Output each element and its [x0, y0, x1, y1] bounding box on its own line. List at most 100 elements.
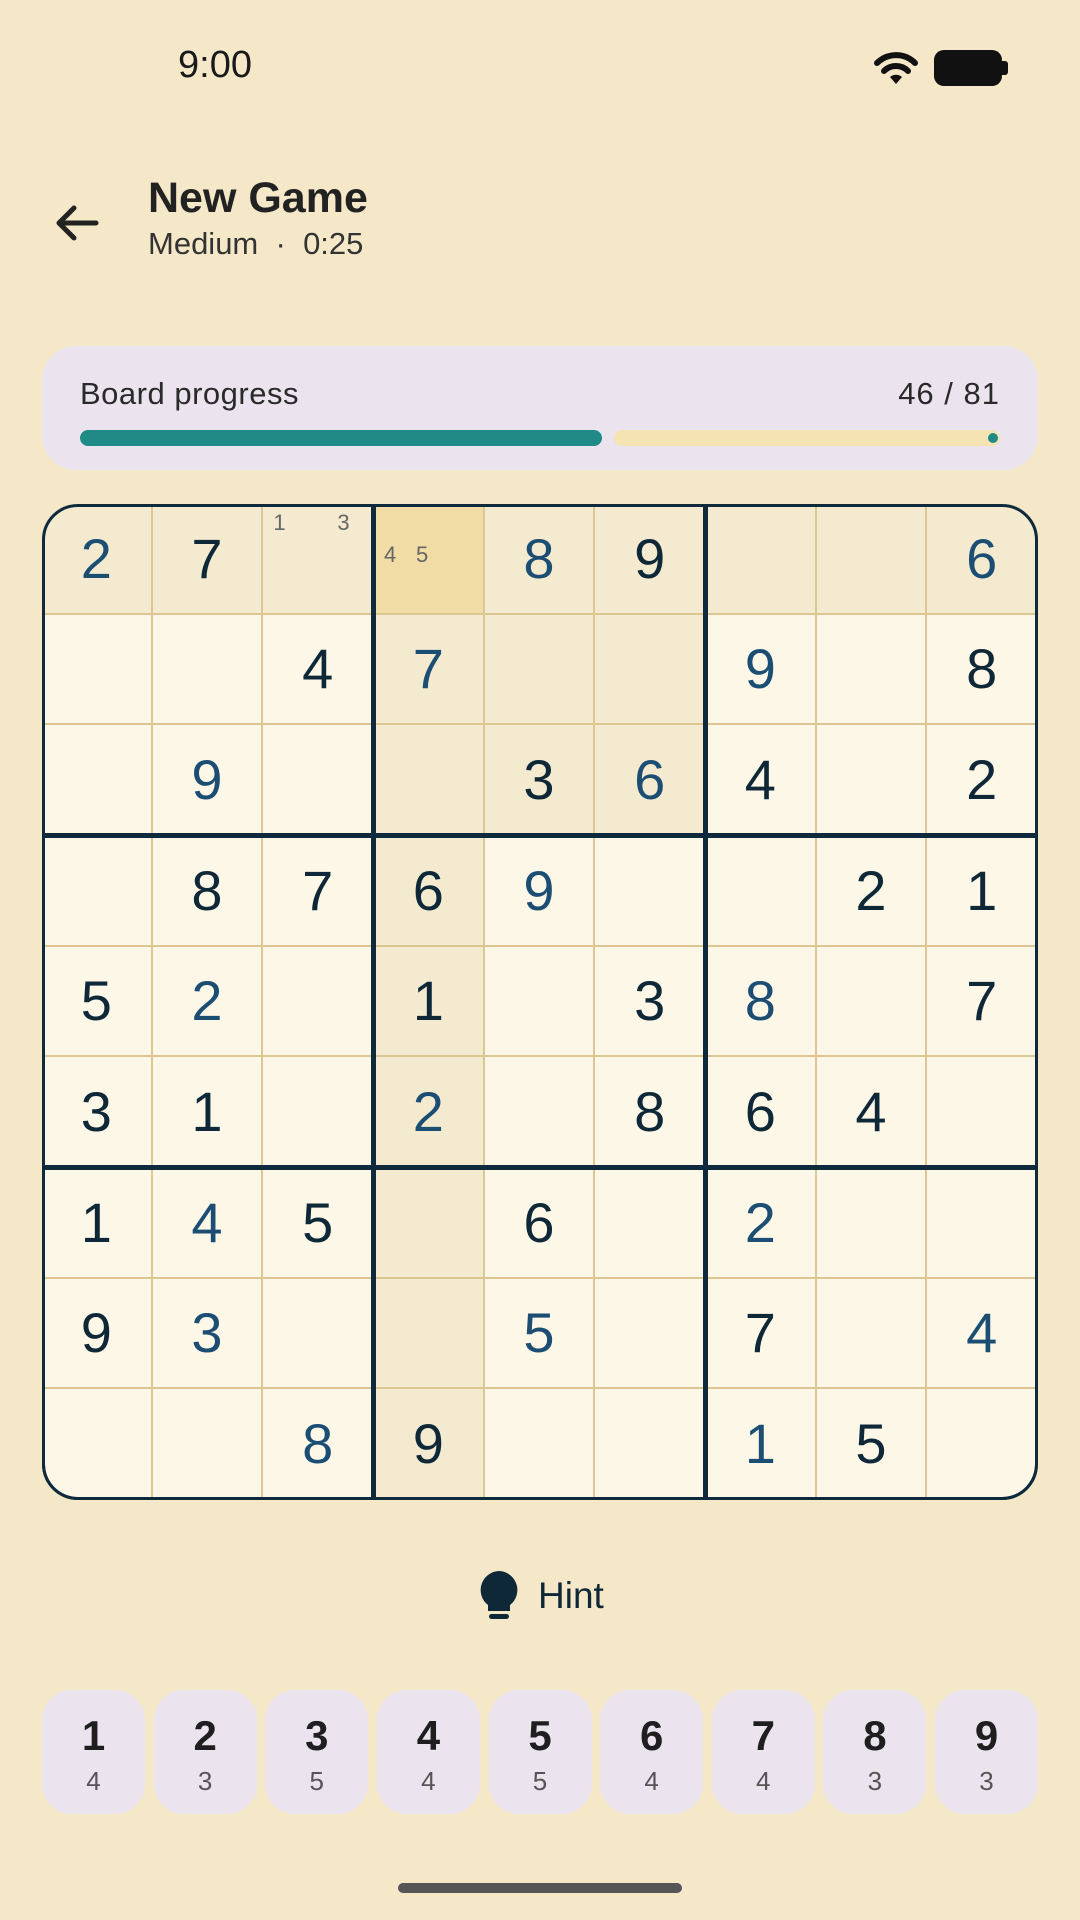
cell-r7c8[interactable]	[816, 1168, 928, 1279]
cell-r8c3[interactable]	[263, 1278, 374, 1390]
cell-r1c5[interactable]: 8	[484, 504, 596, 615]
cell-r5c2[interactable]: 2	[152, 946, 264, 1058]
cell-r8c1[interactable]: 9	[42, 1278, 153, 1390]
lightbulb-icon	[480, 1571, 518, 1619]
cell-r6c7[interactable]: 6	[706, 1057, 817, 1168]
cell-r5c4[interactable]: 1	[374, 946, 485, 1058]
cell-r7c3[interactable]: 5	[263, 1168, 374, 1279]
number-key-6[interactable]: 64	[600, 1690, 704, 1814]
cell-r8c8[interactable]	[816, 1278, 928, 1390]
cell-r6c3[interactable]	[263, 1057, 374, 1168]
cell-r9c5[interactable]	[484, 1389, 596, 1500]
cell-r4c3[interactable]: 7	[263, 836, 374, 947]
cell-r8c5[interactable]: 5	[484, 1278, 596, 1390]
cell-r6c1[interactable]: 3	[42, 1057, 153, 1168]
cell-r2c3[interactable]: 4	[263, 614, 374, 726]
number-key-digit: 9	[974, 1712, 999, 1759]
wifi-icon	[872, 48, 920, 93]
cell-r7c7[interactable]: 2	[706, 1168, 817, 1279]
number-key-digit: 7	[751, 1712, 775, 1759]
cell-r9c7[interactable]: 1	[706, 1389, 817, 1500]
cell-r1c7[interactable]	[706, 504, 817, 615]
cell-r9c9[interactable]	[927, 1389, 1038, 1500]
cell-r5c6[interactable]: 3	[595, 946, 706, 1058]
cell-r9c6[interactable]	[595, 1389, 706, 1500]
cell-r6c4[interactable]: 2	[374, 1057, 485, 1168]
cell-r8c4[interactable]	[374, 1278, 485, 1390]
cell-r9c1[interactable]	[42, 1389, 153, 1500]
cell-r8c9[interactable]: 4	[927, 1278, 1038, 1390]
cell-r5c8[interactable]	[816, 946, 928, 1058]
cell-r6c2[interactable]: 1	[152, 1057, 264, 1168]
hint-button[interactable]: Hint	[478, 1566, 604, 1626]
cell-r5c3[interactable]	[263, 946, 374, 1058]
number-key-5[interactable]: 55	[488, 1690, 592, 1814]
cell-r3c7[interactable]: 4	[706, 725, 817, 836]
cell-r3c3[interactable]	[263, 725, 374, 836]
cell-r3c5[interactable]: 3	[484, 725, 596, 836]
cell-r6c8[interactable]: 4	[816, 1057, 928, 1168]
cell-r2c4[interactable]: 7	[374, 614, 485, 726]
cell-r1c6[interactable]: 9	[595, 504, 706, 615]
cell-r7c9[interactable]	[927, 1168, 1038, 1279]
number-key-remaining: 4	[756, 1766, 771, 1796]
number-key-2[interactable]: 23	[153, 1690, 257, 1814]
cell-r4c7[interactable]	[706, 836, 817, 947]
cell-r4c2[interactable]: 8	[152, 836, 264, 947]
cell-r4c6[interactable]	[595, 836, 706, 947]
cell-r5c9[interactable]: 7	[927, 946, 1038, 1058]
cell-r5c7[interactable]: 8	[706, 946, 817, 1058]
cell-r8c6[interactable]	[595, 1278, 706, 1390]
number-key-1[interactable]: 14	[42, 1690, 145, 1814]
cell-r7c4[interactable]	[374, 1168, 485, 1279]
cell-r4c4[interactable]: 6	[374, 836, 485, 947]
number-key-4[interactable]: 44	[376, 1690, 480, 1814]
cell-r1c1[interactable]: 2	[42, 504, 153, 615]
cell-r2c8[interactable]	[816, 614, 928, 726]
cell-r9c4[interactable]: 9	[374, 1389, 485, 1500]
cell-r2c1[interactable]	[42, 614, 153, 726]
number-key-9[interactable]: 93	[935, 1690, 1038, 1814]
cell-r5c5[interactable]	[484, 946, 596, 1058]
cell-r7c2[interactable]: 4	[152, 1168, 264, 1279]
cell-r9c3[interactable]: 8	[263, 1389, 374, 1500]
cell-r9c2[interactable]	[152, 1389, 264, 1500]
cell-r7c1[interactable]: 1	[42, 1168, 153, 1279]
cell-r5c1[interactable]: 5	[42, 946, 153, 1058]
cell-r3c4[interactable]	[374, 725, 485, 836]
cell-r1c8[interactable]	[816, 504, 928, 615]
cell-r7c6[interactable]	[595, 1168, 706, 1279]
back-button[interactable]	[42, 188, 112, 258]
cell-r2c6[interactable]	[595, 614, 706, 726]
cell-r2c2[interactable]	[152, 614, 264, 726]
pencil-note: 5	[416, 542, 429, 567]
number-key-remaining: 3	[197, 1766, 213, 1796]
cell-r6c9[interactable]	[927, 1057, 1038, 1168]
cell-r1c9[interactable]: 6	[927, 504, 1038, 615]
number-key-7[interactable]: 74	[711, 1690, 815, 1814]
cell-r2c7[interactable]: 9	[706, 614, 817, 726]
cell-r1c2[interactable]: 7	[152, 504, 264, 615]
cell-r6c6[interactable]: 8	[595, 1057, 706, 1168]
cell-r4c1[interactable]	[42, 836, 153, 947]
cell-r6c5[interactable]	[484, 1057, 596, 1168]
cell-r2c5[interactable]	[484, 614, 596, 726]
cell-r9c8[interactable]: 5	[816, 1389, 928, 1500]
number-key-3[interactable]: 35	[265, 1690, 369, 1814]
cell-r4c5[interactable]: 9	[484, 836, 596, 947]
cell-r4c9[interactable]: 1	[927, 836, 1038, 947]
number-key-8[interactable]: 83	[823, 1690, 927, 1814]
number-key-digit: 1	[81, 1712, 106, 1759]
home-indicator[interactable]	[398, 1883, 682, 1893]
timer: 0:25	[303, 226, 364, 261]
cell-r2c9[interactable]: 8	[927, 614, 1038, 726]
cell-r3c1[interactable]	[42, 725, 153, 836]
cell-r8c2[interactable]: 3	[152, 1278, 264, 1390]
cell-r3c2[interactable]: 9	[152, 725, 264, 836]
cell-r3c6[interactable]: 6	[595, 725, 706, 836]
cell-r3c8[interactable]	[816, 725, 928, 836]
cell-r7c5[interactable]: 6	[484, 1168, 596, 1279]
cell-r3c9[interactable]: 2	[927, 725, 1038, 836]
cell-r8c7[interactable]: 7	[706, 1278, 817, 1390]
cell-r4c8[interactable]: 2	[816, 836, 928, 947]
